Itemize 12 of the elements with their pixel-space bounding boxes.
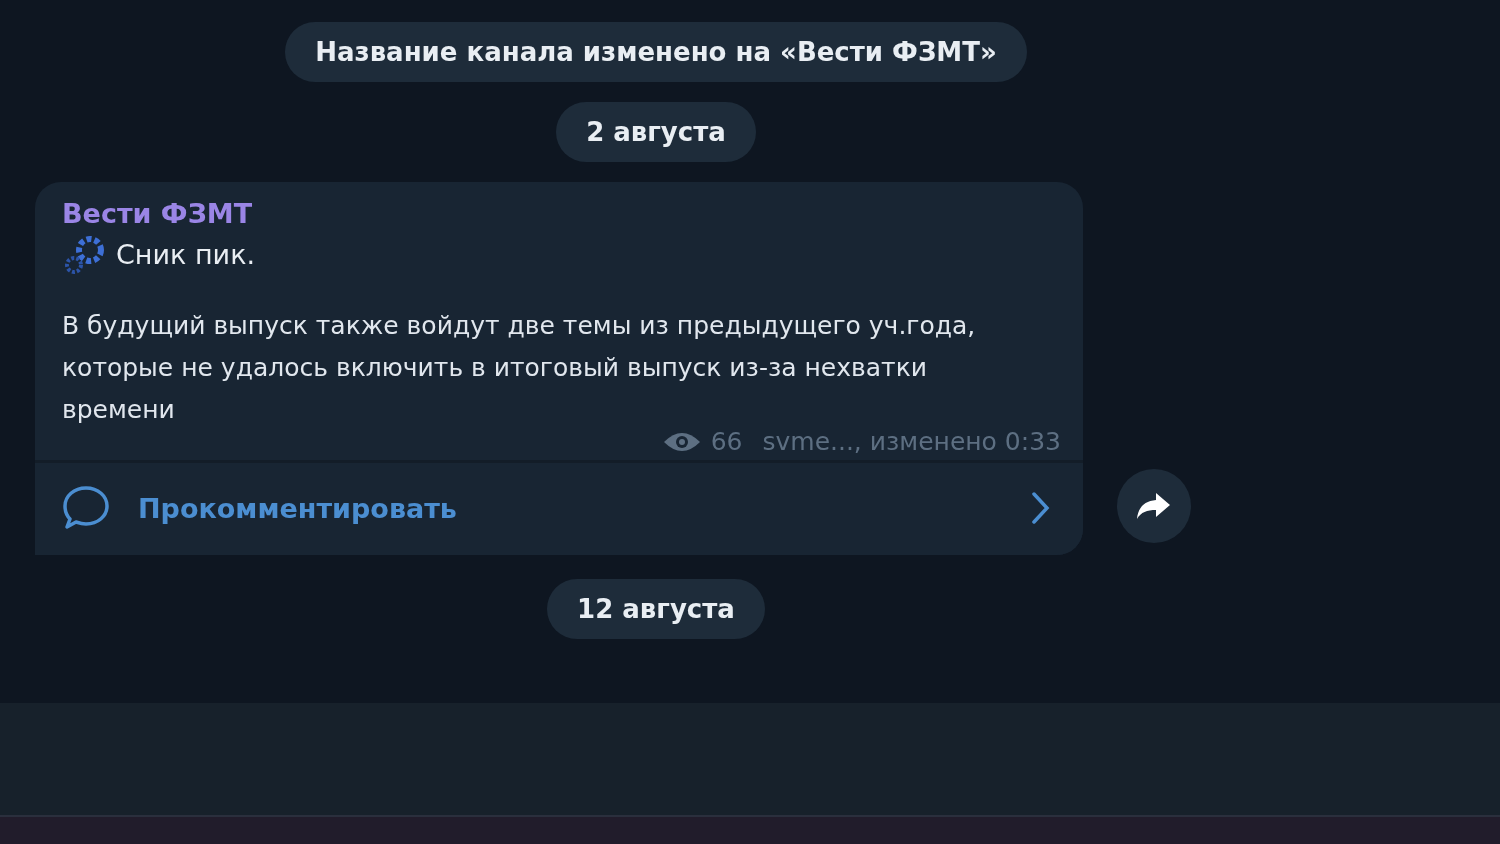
chevron-icon [1031, 491, 1051, 525]
channel-name[interactable]: Вести ФЗМТ [62, 198, 1061, 229]
service-message: 12 августа [547, 579, 765, 639]
service-message: Название канала изменено на «Вести ФЗМТ» [285, 22, 1027, 82]
message-headline: Сник пик. [116, 238, 256, 270]
message-text: В будущий выпуск также войдут две темы из предыдущего уч.года, которые не удалось включить в итоговый выпуск из-за нехватки времени [62, 310, 977, 426]
view-count: 66 [710, 427, 743, 456]
comment-button[interactable]: Прокомментировать [35, 460, 1083, 555]
service-message: 2 августа [556, 102, 756, 162]
share-arrow-icon [1136, 491, 1172, 521]
speech-bubble-icon [62, 485, 110, 531]
message-signature: svme..., изменено 0:33 [762, 427, 1061, 456]
